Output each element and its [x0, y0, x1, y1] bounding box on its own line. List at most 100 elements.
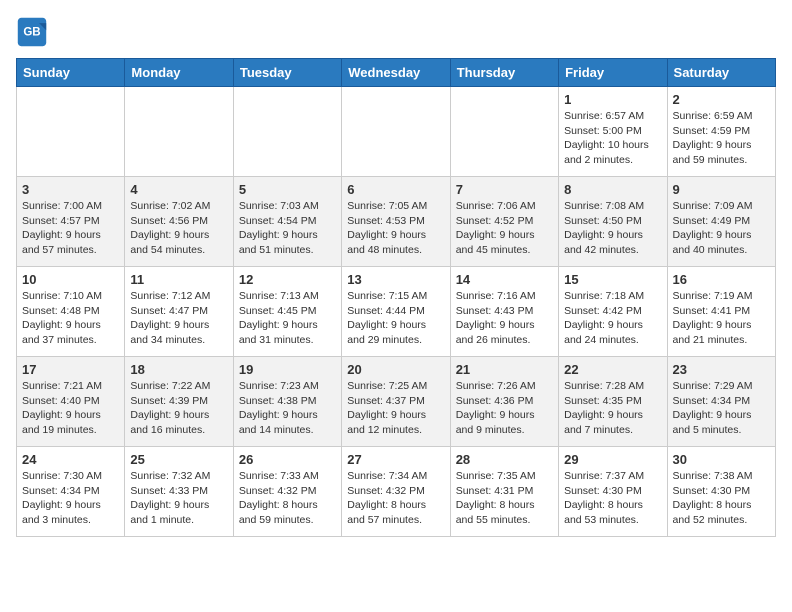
- calendar-cell: 14 Sunrise: 7:16 AM Sunset: 4:43 PM Dayli…: [450, 267, 558, 357]
- logo-icon: GB: [16, 16, 48, 48]
- day-number: 27: [347, 452, 444, 467]
- week-row-1: 1Sunrise: 6:57 AM Sunset: 5:00 PM Daylig…: [17, 87, 776, 177]
- calendar-cell: 1Sunrise: 6:57 AM Sunset: 5:00 PM Daylig…: [559, 87, 667, 177]
- calendar-cell: [233, 87, 341, 177]
- day-info: Sunrise: 7:00 AM Sunset: 4:57 PM Dayligh…: [22, 199, 119, 258]
- calendar-cell: [342, 87, 450, 177]
- logo: GB: [16, 16, 52, 48]
- day-info: Sunrise: 7:38 AM Sunset: 4:30 PM Dayligh…: [673, 469, 770, 528]
- day-number: 20: [347, 362, 444, 377]
- day-number: 1: [564, 92, 661, 107]
- day-info: Sunrise: 7:26 AM Sunset: 4:36 PM Dayligh…: [456, 379, 553, 438]
- calendar-cell: 2 Sunrise: 6:59 AM Sunset: 4:59 PM Daylig…: [667, 87, 775, 177]
- column-header-tuesday: Tuesday: [233, 59, 341, 87]
- day-info: Sunrise: 7:06 AM Sunset: 4:52 PM Dayligh…: [456, 199, 553, 258]
- day-info: Sunrise: 6:59 AM Sunset: 4:59 PM Dayligh…: [673, 109, 770, 168]
- day-info: Sunrise: 7:30 AM Sunset: 4:34 PM Dayligh…: [22, 469, 119, 528]
- column-header-wednesday: Wednesday: [342, 59, 450, 87]
- day-info: Sunrise: 7:16 AM Sunset: 4:43 PM Dayligh…: [456, 289, 553, 348]
- calendar-cell: 8 Sunrise: 7:08 AM Sunset: 4:50 PM Daylig…: [559, 177, 667, 267]
- svg-text:GB: GB: [23, 27, 40, 39]
- column-header-friday: Friday: [559, 59, 667, 87]
- calendar-cell: 21Sunrise: 7:26 AM Sunset: 4:36 PM Dayli…: [450, 357, 558, 447]
- day-info: Sunrise: 7:05 AM Sunset: 4:53 PM Dayligh…: [347, 199, 444, 258]
- calendar-cell: 25 Sunrise: 7:32 AM Sunset: 4:33 PM Dayli…: [125, 447, 233, 537]
- day-info: Sunrise: 7:09 AM Sunset: 4:49 PM Dayligh…: [673, 199, 770, 258]
- day-number: 12: [239, 272, 336, 287]
- day-number: 18: [130, 362, 227, 377]
- calendar-cell: 16 Sunrise: 7:19 AM Sunset: 4:41 PM Dayli…: [667, 267, 775, 357]
- column-header-monday: Monday: [125, 59, 233, 87]
- day-info: Sunrise: 7:12 AM Sunset: 4:47 PM Dayligh…: [130, 289, 227, 348]
- calendar-cell: 19Sunrise: 7:23 AM Sunset: 4:38 PM Dayli…: [233, 357, 341, 447]
- day-info: Sunrise: 7:08 AM Sunset: 4:50 PM Dayligh…: [564, 199, 661, 258]
- day-info: Sunrise: 7:33 AM Sunset: 4:32 PM Dayligh…: [239, 469, 336, 528]
- calendar-cell: 15 Sunrise: 7:18 AM Sunset: 4:42 PM Dayli…: [559, 267, 667, 357]
- calendar-cell: 27Sunrise: 7:34 AM Sunset: 4:32 PM Dayli…: [342, 447, 450, 537]
- calendar-cell: 7 Sunrise: 7:06 AM Sunset: 4:52 PM Daylig…: [450, 177, 558, 267]
- day-info: Sunrise: 7:37 AM Sunset: 4:30 PM Dayligh…: [564, 469, 661, 528]
- calendar-cell: 6Sunrise: 7:05 AM Sunset: 4:53 PM Daylig…: [342, 177, 450, 267]
- day-number: 4: [130, 182, 227, 197]
- day-number: 16: [673, 272, 770, 287]
- calendar-cell: 11 Sunrise: 7:12 AM Sunset: 4:47 PM Dayli…: [125, 267, 233, 357]
- day-number: 25: [130, 452, 227, 467]
- calendar-cell: 29 Sunrise: 7:37 AM Sunset: 4:30 PM Dayli…: [559, 447, 667, 537]
- day-info: Sunrise: 7:32 AM Sunset: 4:33 PM Dayligh…: [130, 469, 227, 528]
- week-row-2: 3 Sunrise: 7:00 AM Sunset: 4:57 PM Daylig…: [17, 177, 776, 267]
- day-number: 14: [456, 272, 553, 287]
- day-number: 30: [673, 452, 770, 467]
- day-number: 23: [673, 362, 770, 377]
- day-number: 26: [239, 452, 336, 467]
- day-number: 24: [22, 452, 119, 467]
- day-info: Sunrise: 7:03 AM Sunset: 4:54 PM Dayligh…: [239, 199, 336, 258]
- week-row-5: 24 Sunrise: 7:30 AM Sunset: 4:34 PM Dayli…: [17, 447, 776, 537]
- day-number: 22: [564, 362, 661, 377]
- calendar-cell: 10 Sunrise: 7:10 AM Sunset: 4:48 PM Dayli…: [17, 267, 125, 357]
- calendar-cell: 4 Sunrise: 7:02 AM Sunset: 4:56 PM Daylig…: [125, 177, 233, 267]
- day-info: Sunrise: 7:02 AM Sunset: 4:56 PM Dayligh…: [130, 199, 227, 258]
- day-number: 15: [564, 272, 661, 287]
- day-info: Sunrise: 7:10 AM Sunset: 4:48 PM Dayligh…: [22, 289, 119, 348]
- calendar-cell: 22 Sunrise: 7:28 AM Sunset: 4:35 PM Dayli…: [559, 357, 667, 447]
- day-number: 17: [22, 362, 119, 377]
- calendar-cell: 3 Sunrise: 7:00 AM Sunset: 4:57 PM Daylig…: [17, 177, 125, 267]
- calendar-cell: 18Sunrise: 7:22 AM Sunset: 4:39 PM Dayli…: [125, 357, 233, 447]
- day-number: 29: [564, 452, 661, 467]
- day-info: Sunrise: 7:29 AM Sunset: 4:34 PM Dayligh…: [673, 379, 770, 438]
- calendar-cell: 24 Sunrise: 7:30 AM Sunset: 4:34 PM Dayli…: [17, 447, 125, 537]
- calendar-table: SundayMondayTuesdayWednesdayThursdayFrid…: [16, 58, 776, 537]
- day-number: 10: [22, 272, 119, 287]
- day-number: 28: [456, 452, 553, 467]
- day-info: Sunrise: 7:19 AM Sunset: 4:41 PM Dayligh…: [673, 289, 770, 348]
- calendar-cell: 9Sunrise: 7:09 AM Sunset: 4:49 PM Daylig…: [667, 177, 775, 267]
- day-info: Sunrise: 7:18 AM Sunset: 4:42 PM Dayligh…: [564, 289, 661, 348]
- day-info: Sunrise: 7:35 AM Sunset: 4:31 PM Dayligh…: [456, 469, 553, 528]
- calendar-cell: [125, 87, 233, 177]
- calendar-cell: 26 Sunrise: 7:33 AM Sunset: 4:32 PM Dayli…: [233, 447, 341, 537]
- day-info: Sunrise: 7:13 AM Sunset: 4:45 PM Dayligh…: [239, 289, 336, 348]
- day-number: 8: [564, 182, 661, 197]
- week-row-3: 10 Sunrise: 7:10 AM Sunset: 4:48 PM Dayli…: [17, 267, 776, 357]
- day-info: Sunrise: 7:28 AM Sunset: 4:35 PM Dayligh…: [564, 379, 661, 438]
- calendar-cell: [17, 87, 125, 177]
- column-header-sunday: Sunday: [17, 59, 125, 87]
- day-number: 3: [22, 182, 119, 197]
- calendar-cell: 28 Sunrise: 7:35 AM Sunset: 4:31 PM Dayli…: [450, 447, 558, 537]
- day-number: 19: [239, 362, 336, 377]
- calendar-cell: [450, 87, 558, 177]
- header: GB: [16, 16, 776, 48]
- calendar-cell: 23 Sunrise: 7:29 AM Sunset: 4:34 PM Dayli…: [667, 357, 775, 447]
- calendar-cell: 12 Sunrise: 7:13 AM Sunset: 4:45 PM Dayli…: [233, 267, 341, 357]
- calendar-cell: 13Sunrise: 7:15 AM Sunset: 4:44 PM Dayli…: [342, 267, 450, 357]
- week-row-4: 17 Sunrise: 7:21 AM Sunset: 4:40 PM Dayli…: [17, 357, 776, 447]
- day-number: 5: [239, 182, 336, 197]
- day-number: 2: [673, 92, 770, 107]
- day-number: 11: [130, 272, 227, 287]
- day-info: Sunrise: 7:25 AM Sunset: 4:37 PM Dayligh…: [347, 379, 444, 438]
- day-number: 7: [456, 182, 553, 197]
- calendar-cell: 30 Sunrise: 7:38 AM Sunset: 4:30 PM Dayli…: [667, 447, 775, 537]
- day-info: Sunrise: 7:15 AM Sunset: 4:44 PM Dayligh…: [347, 289, 444, 348]
- day-info: Sunrise: 7:21 AM Sunset: 4:40 PM Dayligh…: [22, 379, 119, 438]
- calendar-cell: 5 Sunrise: 7:03 AM Sunset: 4:54 PM Daylig…: [233, 177, 341, 267]
